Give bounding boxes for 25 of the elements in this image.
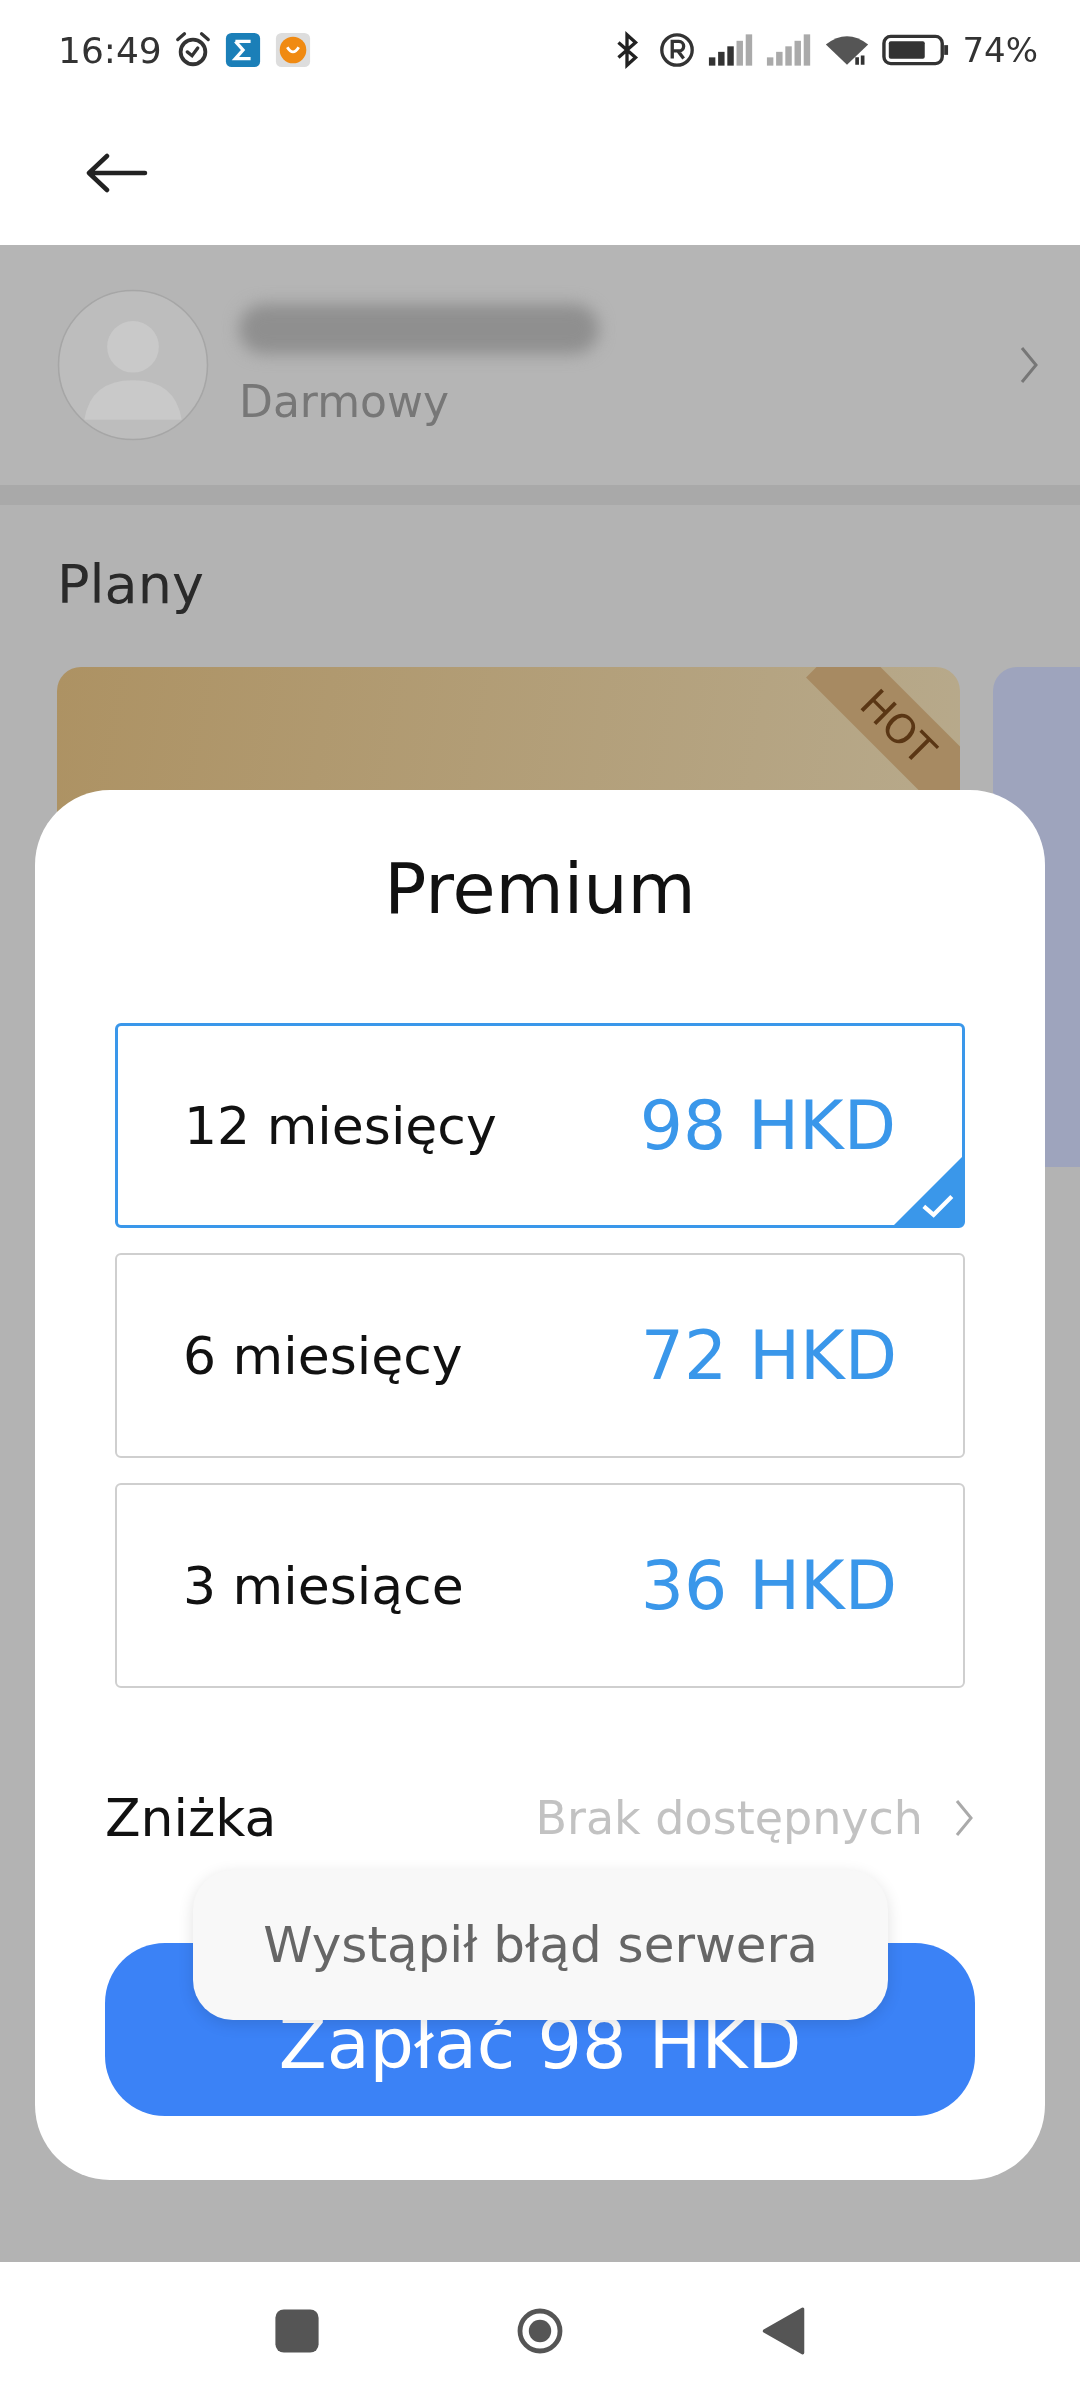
- chevron-icon: [953, 1798, 975, 1838]
- plan-option[interactable]: 12 miesięcy 98 HKD: [115, 1023, 965, 1228]
- battery-icon: [882, 34, 951, 66]
- plan-option[interactable]: 3 miesiące 36 HKD: [115, 1483, 965, 1688]
- clock-time: 16:49: [58, 29, 162, 71]
- registered-icon: [658, 31, 697, 69]
- section-title: Plany: [56, 552, 205, 618]
- alarm-icon: [173, 31, 212, 69]
- error-toast: Wystąpił błąd serwera: [193, 1870, 888, 2020]
- plan-option[interactable]: 6 miesięcy 72 HKD: [115, 1253, 965, 1458]
- wifi-icon: [824, 33, 871, 67]
- plan-label: Darmowy: [239, 375, 450, 427]
- sheet-title: Premium: [383, 848, 697, 932]
- check-corner-icon: [893, 1156, 963, 1226]
- discount-label: Zniżka: [105, 1788, 278, 1848]
- back-icon[interactable]: [85, 152, 149, 193]
- recents-icon[interactable]: [273, 2307, 321, 2355]
- home-icon[interactable]: [516, 2307, 564, 2355]
- avatar-icon: [57, 289, 209, 441]
- app-icon: [273, 31, 312, 69]
- battery-percent: 74%: [962, 30, 1038, 70]
- app-icon: [223, 31, 262, 69]
- chevron-icon: [1018, 345, 1040, 385]
- signal-icon: [708, 33, 755, 67]
- signal-icon: [766, 33, 813, 67]
